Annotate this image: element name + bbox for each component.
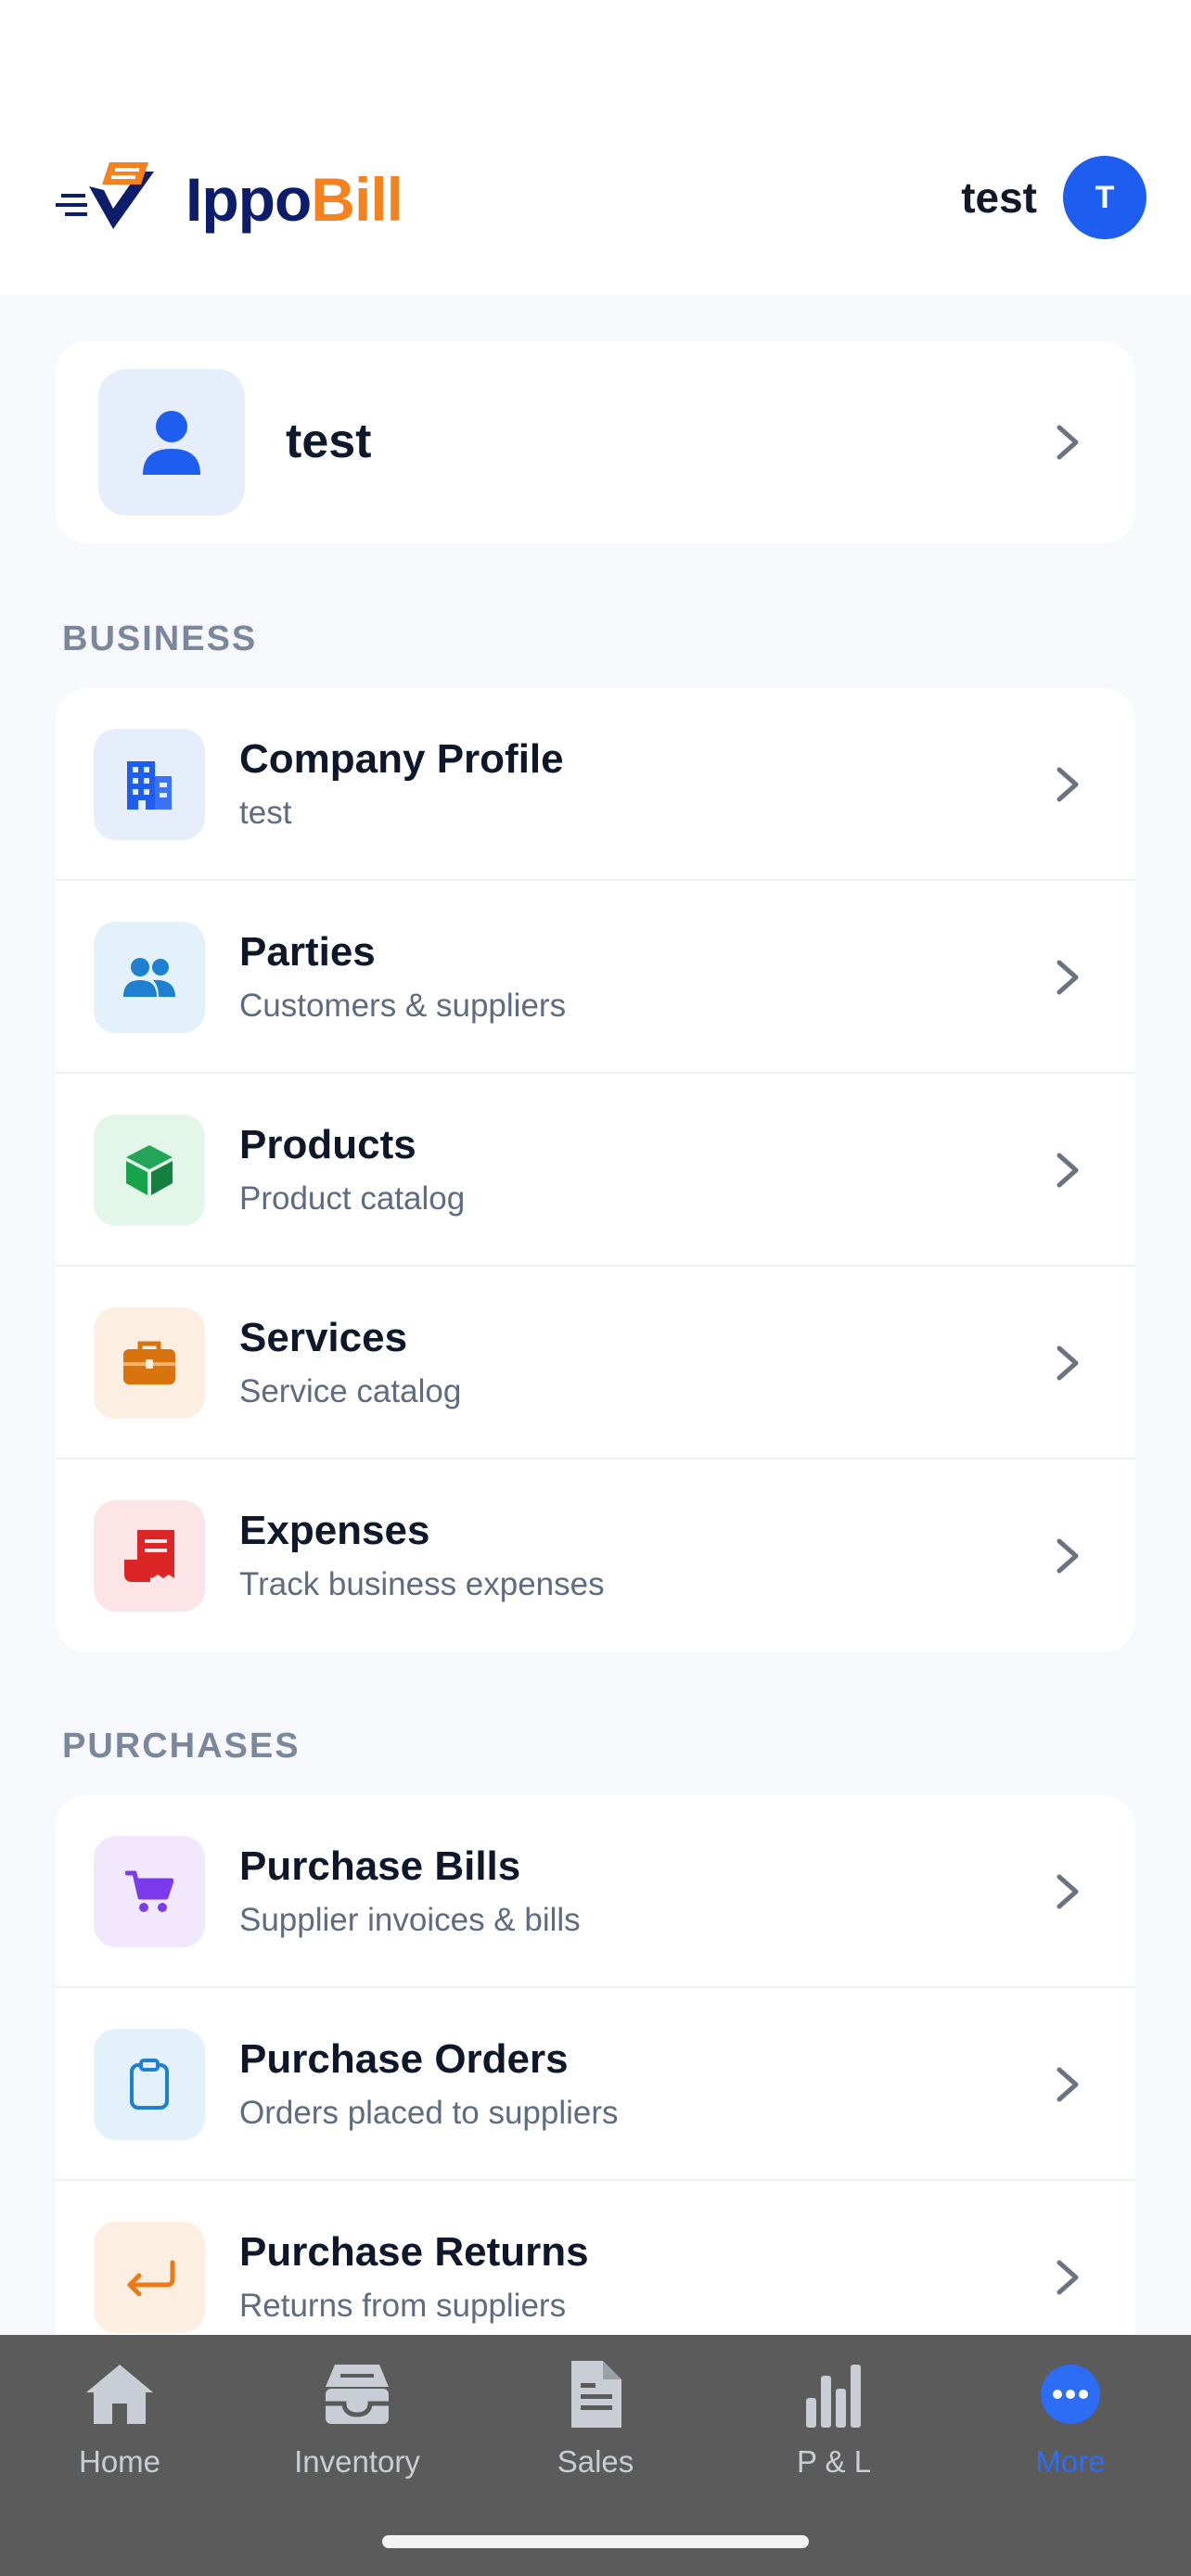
return-arrow-icon (127, 2260, 175, 2296)
list-item-title: Parties (239, 929, 376, 975)
profile-card[interactable]: test (56, 341, 1135, 543)
list-item-subtitle: Orders placed to suppliers (239, 2095, 619, 2131)
document-icon (571, 2361, 621, 2428)
list-item-title: Company Profile (239, 736, 564, 782)
list-item-company-profile[interactable]: Company Profile test (56, 688, 1135, 881)
chevron-right-icon (1057, 1345, 1079, 1381)
chevron-right-icon (1057, 1874, 1079, 1909)
purchases-list: Purchase Bills Supplier invoices & bills… (56, 1795, 1135, 2389)
brand-name: IppoBill (186, 165, 403, 234)
icon-box (94, 729, 205, 840)
chevron-right-icon (1057, 1153, 1079, 1188)
list-item-title: Purchase Orders (239, 2036, 569, 2082)
list-item-subtitle: Returns from suppliers (239, 2288, 567, 2324)
home-icon (86, 2365, 153, 2424)
chevron-right-icon (1057, 2260, 1079, 2295)
list-item-subtitle: test (239, 795, 292, 831)
list-item-title: Services (239, 1315, 408, 1360)
icon-box (94, 1307, 205, 1419)
chevron-right-icon (1057, 425, 1079, 460)
bar-chart-icon (806, 2365, 861, 2428)
header-user[interactable]: test T (961, 156, 1146, 239)
list-item-products[interactable]: Products Product catalog (56, 1074, 1135, 1267)
icon-box (94, 2029, 205, 2140)
section-label-purchases: PURCHASES (62, 1727, 301, 1766)
tab-label: More (1035, 2444, 1106, 2479)
icon-box (94, 1500, 205, 1612)
app-logo: IppoBill (56, 153, 403, 246)
clipboard-icon (130, 2059, 169, 2110)
tab-label: Sales (557, 2444, 634, 2479)
profile-icon-box (98, 369, 245, 516)
icon-box (94, 1836, 205, 1947)
tab-home[interactable]: Home (18, 2357, 222, 2480)
briefcase-icon (123, 1341, 175, 1384)
list-item-subtitle: Customers & suppliers (239, 988, 567, 1024)
list-item-title: Purchase Returns (239, 2229, 589, 2275)
more-icon (1041, 2365, 1100, 2424)
app-header: IppoBill test T (0, 0, 1191, 295)
list-item-expenses[interactable]: Expenses Track business expenses (56, 1460, 1135, 1652)
list-item-title: Products (239, 1122, 416, 1167)
receipt-icon (124, 1530, 174, 1582)
icon-box (94, 1115, 205, 1226)
list-item-subtitle: Track business expenses (239, 1566, 605, 1602)
inventory-icon (326, 2365, 389, 2424)
chevron-right-icon (1057, 767, 1079, 802)
icon-box (94, 2222, 205, 2333)
list-item-services[interactable]: Services Service catalog (56, 1267, 1135, 1460)
home-indicator (382, 2535, 809, 2548)
tab-more[interactable]: More (968, 2357, 1172, 2480)
logo-mark-icon (56, 162, 154, 229)
chevron-right-icon (1057, 1538, 1079, 1574)
list-item-purchase-orders[interactable]: Purchase Orders Orders placed to supplie… (56, 1988, 1135, 2181)
list-item-purchase-bills[interactable]: Purchase Bills Supplier invoices & bills (56, 1795, 1135, 1988)
cube-icon (126, 1145, 173, 1195)
list-item-parties[interactable]: Parties Customers & suppliers (56, 881, 1135, 1074)
list-item-title: Purchase Bills (239, 1843, 521, 1889)
profile-name: test (286, 414, 372, 468)
tab-label: Home (78, 2444, 161, 2479)
business-list: Company Profile test Parties Customers &… (56, 688, 1135, 1652)
list-item-subtitle: Product catalog (239, 1180, 466, 1217)
building-icon (127, 761, 172, 810)
tab-inventory[interactable]: Inventory (255, 2357, 459, 2480)
icon-box (94, 922, 205, 1033)
tab-label: Inventory (294, 2444, 420, 2479)
chevron-right-icon (1057, 960, 1079, 995)
tab-pnl[interactable]: P & L (732, 2357, 936, 2480)
tab-sales[interactable]: Sales (493, 2357, 698, 2480)
list-item-title: Expenses (239, 1508, 430, 1553)
section-label-business: BUSINESS (62, 619, 258, 658)
people-icon (123, 958, 175, 997)
list-item-subtitle: Supplier invoices & bills (239, 1902, 581, 1938)
chevron-right-icon (1057, 2067, 1079, 2102)
list-item-subtitle: Service catalog (239, 1373, 462, 1409)
cart-icon (125, 1870, 173, 1912)
person-icon (143, 411, 200, 475)
header-user-name: test (961, 173, 1037, 222)
tab-label: P & L (796, 2444, 872, 2479)
avatar[interactable]: T (1063, 156, 1146, 239)
